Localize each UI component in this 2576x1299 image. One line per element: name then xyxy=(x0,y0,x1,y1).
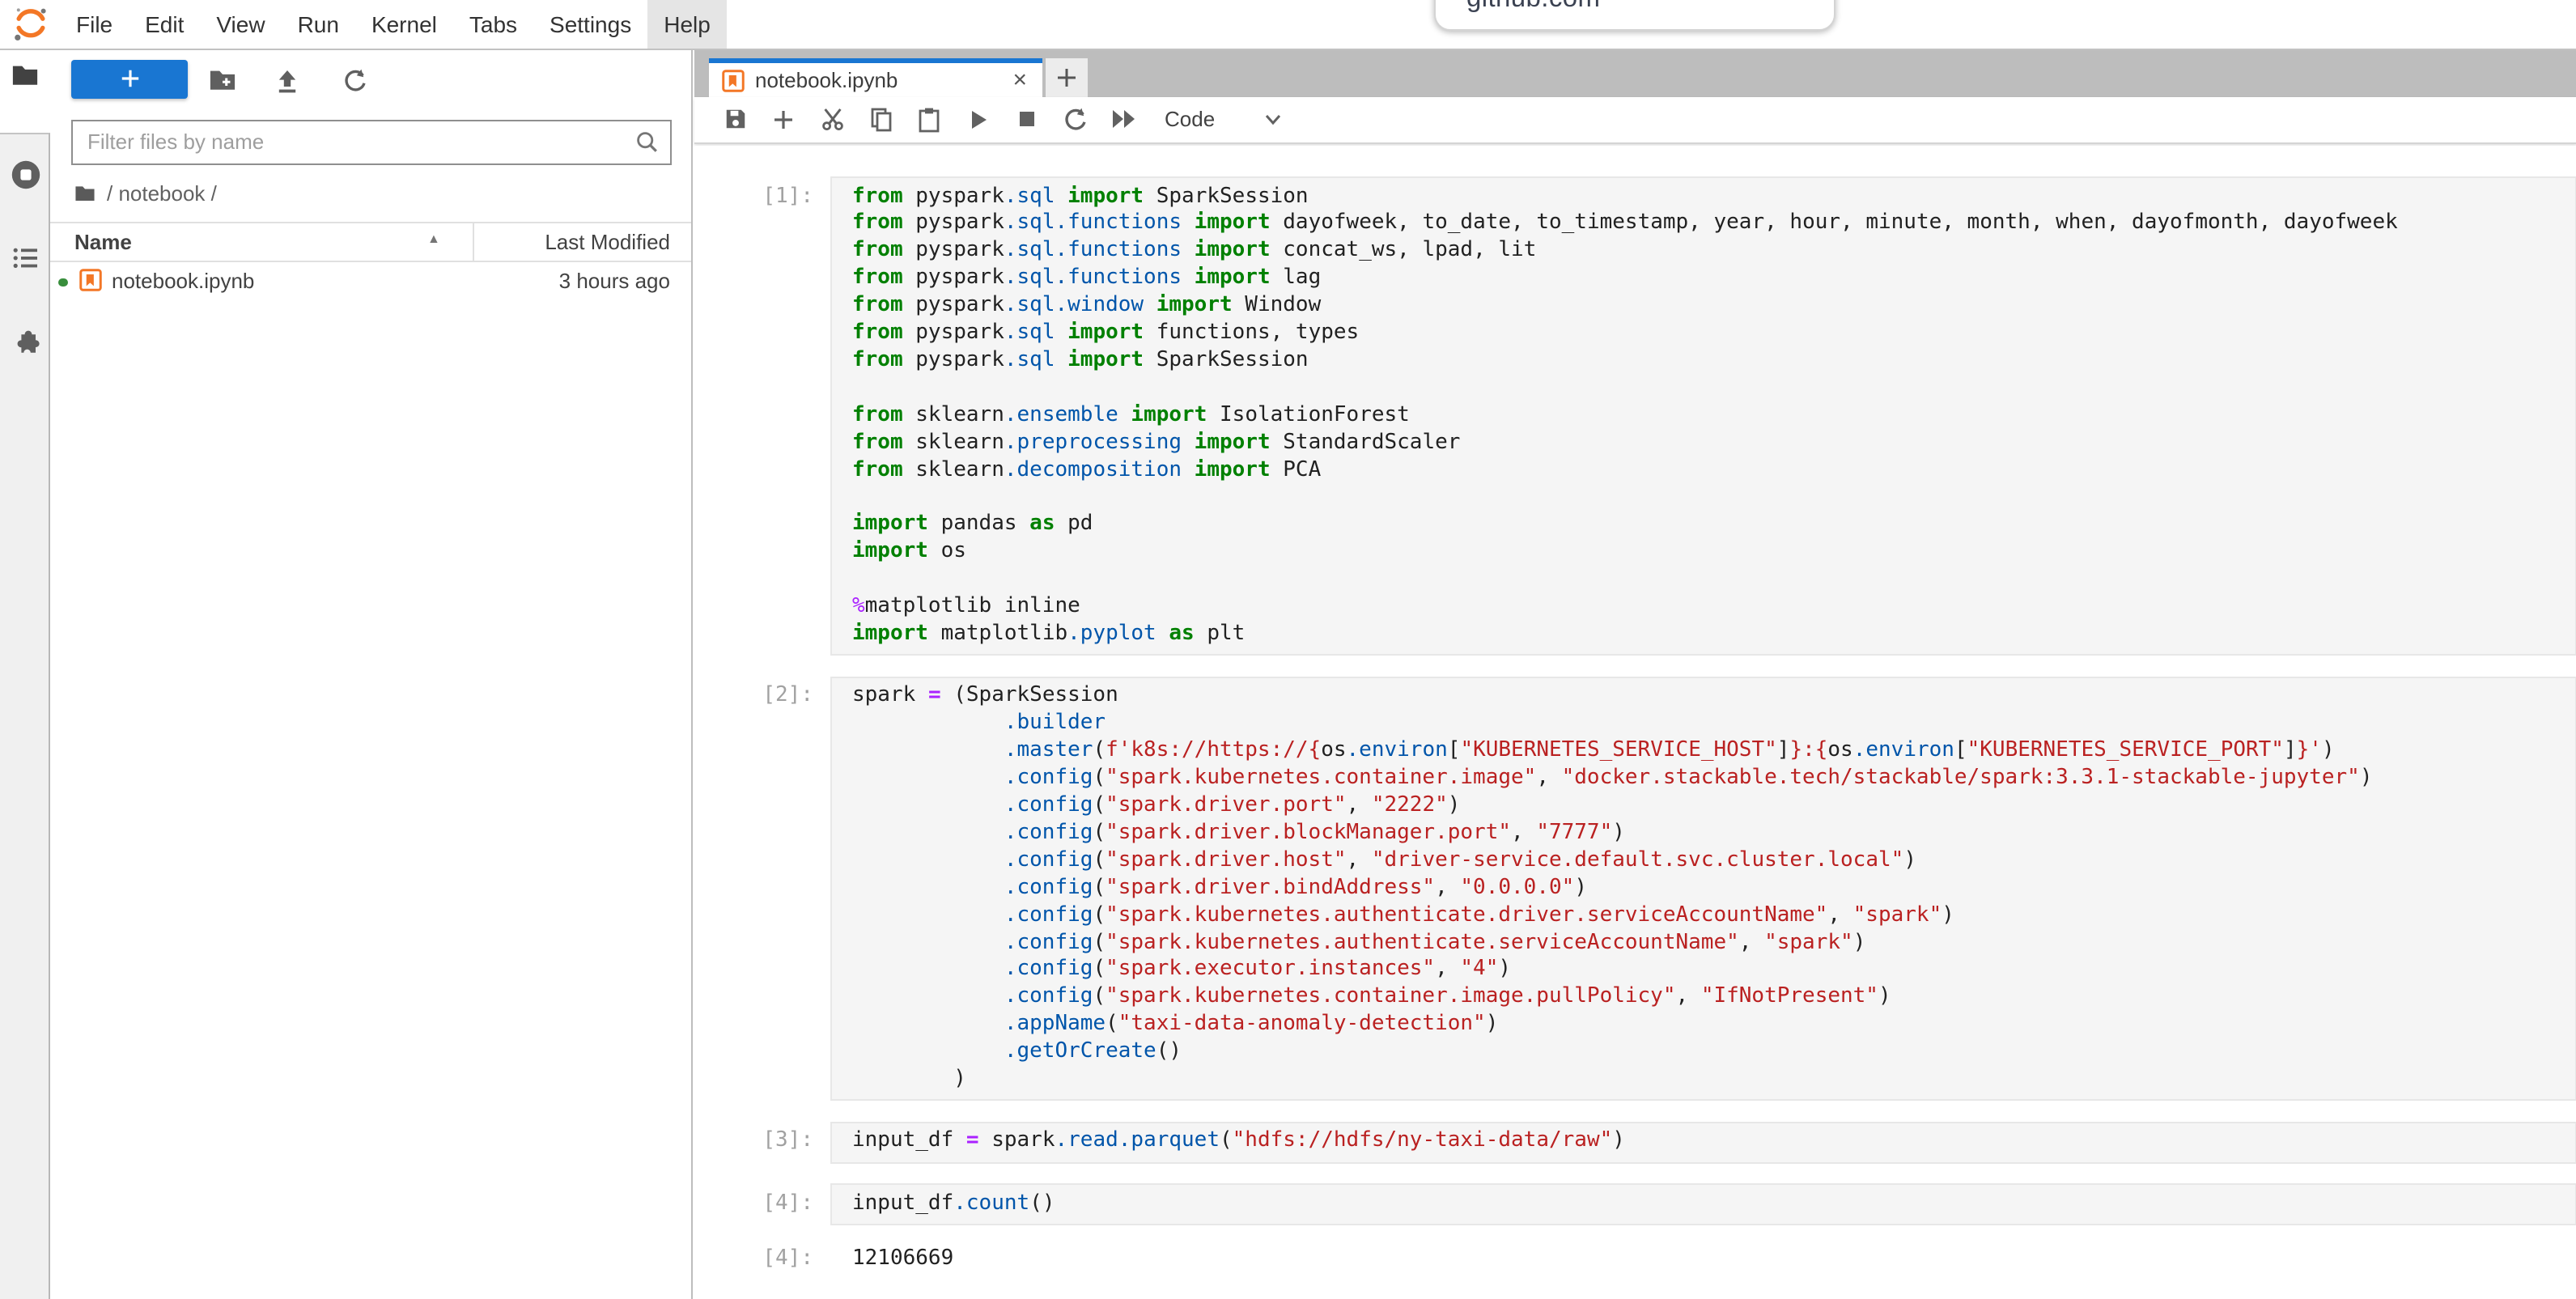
notebook-icon xyxy=(79,269,102,291)
code-cell: [1]:from pyspark.sql import SparkSession… xyxy=(694,176,2576,656)
file-row[interactable]: notebook.ipynb 3 hours ago xyxy=(50,261,690,300)
notebook-toolbar: Code xyxy=(694,97,2576,143)
jupyter-logo-icon xyxy=(11,5,50,44)
menu-kernel[interactable]: Kernel xyxy=(355,0,453,49)
column-divider xyxy=(473,223,474,260)
cell-type-select[interactable]: Code xyxy=(1165,108,1215,132)
column-name[interactable]: Name xyxy=(74,229,132,253)
cell-output-text: 12106669 xyxy=(830,1240,953,1275)
cell-input[interactable]: spark = (SparkSession .builder .master(f… xyxy=(830,677,2576,1102)
menu-edit[interactable]: Edit xyxy=(129,0,200,49)
cell-prompt: [4]: xyxy=(694,1184,830,1226)
running-kernel-dot xyxy=(58,278,67,287)
file-filter-input[interactable] xyxy=(73,121,670,163)
menu-view[interactable]: View xyxy=(200,0,281,49)
left-sidebar xyxy=(0,50,50,1299)
cell-prompt: [3]: xyxy=(694,1122,830,1164)
cut-icon[interactable] xyxy=(818,106,846,134)
cell-prompt: [1]: xyxy=(694,176,830,656)
output-cell: [4]:12106669 xyxy=(694,1240,2576,1275)
popup-text: github.com xyxy=(1466,0,1600,15)
file-listing-header: Name ▲ Last Modified xyxy=(50,221,690,261)
chevron-down-icon[interactable] xyxy=(1263,113,1281,126)
new-launcher-button[interactable] xyxy=(71,60,188,98)
cell-prompt: [4]: xyxy=(694,1240,830,1275)
cell-prompt: [2]: xyxy=(694,677,830,1102)
copy-icon[interactable] xyxy=(867,106,894,134)
fast-forward-icon[interactable] xyxy=(1110,106,1137,134)
sidebar-strip-background xyxy=(0,133,50,1299)
new-tab-button[interactable] xyxy=(1045,58,1087,97)
menu-run[interactable]: Run xyxy=(282,0,355,49)
menu-items: FileEditViewRunKernelTabsSettingsHelp xyxy=(60,0,727,49)
jupyterlab-window: FileEditViewRunKernelTabsSettingsHelp gi… xyxy=(0,0,2576,1299)
add-cell-icon[interactable] xyxy=(770,106,797,134)
save-icon[interactable] xyxy=(721,106,749,134)
run-icon[interactable] xyxy=(964,106,991,134)
extensions-icon[interactable] xyxy=(0,329,50,358)
file-list: notebook.ipynb 3 hours ago xyxy=(50,261,690,300)
upload-icon[interactable] xyxy=(274,66,301,94)
main-dock: notebook.ipynb × xyxy=(694,50,2576,1299)
column-last-modified[interactable]: Last Modified xyxy=(545,229,670,253)
menu-bar: FileEditViewRunKernelTabsSettingsHelp gi… xyxy=(0,0,2576,50)
sort-ascending-icon: ▲ xyxy=(427,231,440,245)
tab-title: notebook.ipynb xyxy=(755,68,898,92)
menu-tabs[interactable]: Tabs xyxy=(453,0,533,49)
stop-icon[interactable] xyxy=(1012,106,1040,134)
browser-popup: github.com xyxy=(1434,0,1835,31)
breadcrumb-path: / notebook / xyxy=(107,181,217,206)
file-modified: 3 hours ago xyxy=(559,268,670,292)
notebook-content: [1]:from pyspark.sql import SparkSession… xyxy=(694,145,2576,1299)
file-filter-box xyxy=(71,120,672,164)
refresh-icon[interactable] xyxy=(340,66,367,94)
file-browser-icon[interactable] xyxy=(0,63,50,87)
cell-input[interactable]: input_df = spark.read.parquet("hdfs://hd… xyxy=(830,1122,2576,1164)
notebook-icon xyxy=(721,69,744,91)
file-browser-panel: / notebook / Name ▲ Last Modified notebo… xyxy=(50,50,692,1299)
paste-icon[interactable] xyxy=(915,106,943,134)
close-icon[interactable]: × xyxy=(1012,68,1027,92)
menu-help[interactable]: Help xyxy=(647,0,727,49)
folder-icon xyxy=(74,185,95,202)
menu-settings[interactable]: Settings xyxy=(533,0,647,49)
code-cell: [4]:input_df.count() xyxy=(694,1184,2576,1226)
code-cell: [3]:input_df = spark.read.parquet("hdfs:… xyxy=(694,1122,2576,1164)
dock-tab-bar: notebook.ipynb × xyxy=(694,50,2576,97)
table-of-contents-icon[interactable] xyxy=(0,246,50,270)
restart-kernel-icon[interactable] xyxy=(1061,106,1089,134)
menu-file[interactable]: File xyxy=(60,0,129,49)
breadcrumb[interactable]: / notebook / xyxy=(74,180,217,207)
cell-list: [1]:from pyspark.sql import SparkSession… xyxy=(694,176,2576,1274)
tab-notebook[interactable]: notebook.ipynb × xyxy=(708,58,1042,97)
file-name: notebook.ipynb xyxy=(112,268,254,292)
code-cell: [2]:spark = (SparkSession .builder .mast… xyxy=(694,677,2576,1102)
new-folder-icon[interactable] xyxy=(209,66,236,94)
search-icon xyxy=(634,129,660,155)
running-sessions-icon[interactable] xyxy=(0,159,50,191)
cell-input[interactable]: from pyspark.sql import SparkSessionfrom… xyxy=(830,176,2576,656)
cell-input[interactable]: input_df.count() xyxy=(830,1184,2576,1226)
